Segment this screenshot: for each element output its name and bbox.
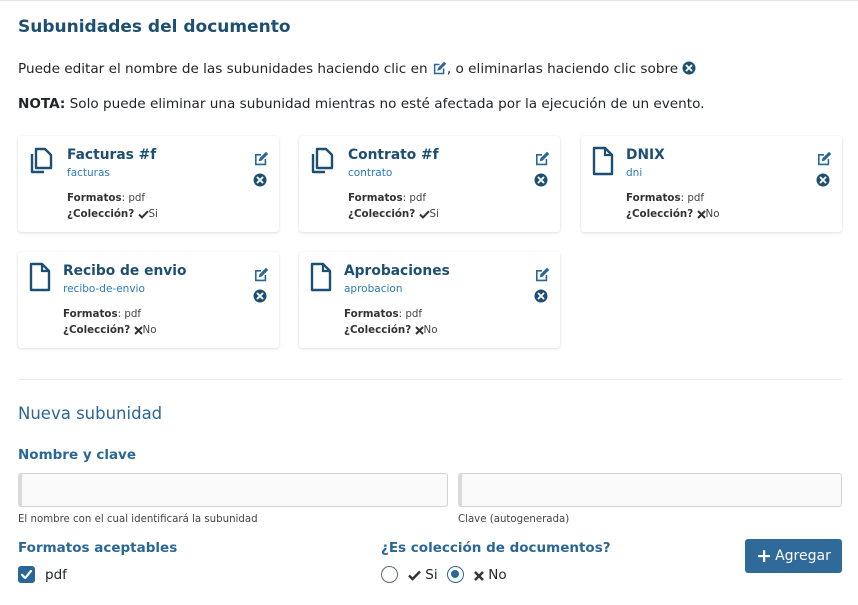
add-subunit-button[interactable]: + Agregar (745, 539, 842, 573)
key-input[interactable] (458, 473, 842, 507)
subunit-formats: Formatos: pdf (67, 192, 146, 204)
copy-icon (28, 146, 54, 180)
subunit-name: DNIX (626, 147, 665, 163)
subunit-key: aprobacion (344, 283, 403, 295)
note-text: NOTA: Solo puede eliminar una subunidad … (18, 96, 705, 112)
subunit-name: Recibo de envio (63, 263, 187, 279)
subunit-name: Aprobaciones (344, 263, 450, 279)
delete-subunit-button[interactable] (816, 172, 830, 191)
name-hint: El nombre con el cual identificará la su… (18, 514, 258, 525)
collection-no-label: No (474, 567, 507, 583)
times-circle-icon (682, 61, 696, 75)
collection-label: ¿Es colección de documentos? (381, 540, 611, 556)
pdf-checkbox-label: pdf (45, 567, 67, 583)
check-icon (20, 569, 33, 580)
note-body: Solo puede eliminar una subunidad mientr… (65, 96, 705, 112)
edit-subunit-button[interactable] (253, 267, 269, 286)
edit-subunit-button[interactable] (253, 151, 269, 170)
page-title: Subunidades del documento (18, 17, 291, 37)
subunit-formats: Formatos: pdf (344, 308, 423, 320)
subunit-key: recibo-de-envio (63, 283, 145, 295)
subunit-collection: ¿Colección? Si (348, 208, 439, 220)
formats-label: Formatos aceptables (18, 540, 178, 556)
subunit-collection: ¿Colección? No (63, 324, 157, 336)
subunit-collection: ¿Colección? No (626, 208, 720, 220)
edit-subunit-button[interactable] (534, 267, 550, 286)
section-divider (18, 379, 842, 380)
subunit-collection: ¿Colección? Si (67, 208, 158, 220)
times-icon (696, 210, 706, 219)
subunit-card: Facturas #f facturas Formatos: pdf ¿Cole… (18, 136, 279, 232)
new-subunit-heading: Nueva subunidad (18, 404, 163, 423)
edit-subunit-button[interactable] (534, 151, 550, 170)
help-text-part1: Puede editar el nombre de las subunidade… (18, 61, 432, 77)
subunit-card: DNIX dni Formatos: pdf ¿Colección? No (581, 136, 842, 232)
subunit-collection: ¿Colección? No (344, 324, 438, 336)
delete-subunit-button[interactable] (253, 288, 267, 307)
delete-subunit-button[interactable] (253, 172, 267, 191)
subunit-key: contrato (348, 167, 393, 179)
subunit-formats: Formatos: pdf (348, 192, 427, 204)
help-text: Puede editar el nombre de las subunidade… (18, 61, 696, 77)
collection-yes-radio[interactable] (381, 566, 398, 583)
subunit-key: facturas (67, 167, 110, 179)
name-key-label: Nombre y clave (18, 447, 137, 463)
check-icon (137, 210, 149, 219)
check-icon (418, 210, 430, 219)
file-icon (28, 262, 52, 296)
subunit-formats: Formatos: pdf (626, 192, 705, 204)
note-label: NOTA: (18, 96, 66, 112)
key-hint: Clave (autogenerada) (458, 514, 570, 525)
subunit-formats: Formatos: pdf (63, 308, 142, 320)
times-icon (133, 326, 143, 335)
subunit-key: dni (626, 167, 643, 179)
copy-icon (309, 146, 335, 180)
subunit-card: Recibo de envio recibo-de-envio Formatos… (18, 252, 279, 348)
times-icon (474, 571, 484, 581)
plus-icon: + (756, 544, 773, 567)
pdf-checkbox[interactable] (18, 566, 35, 583)
collection-no-radio[interactable] (447, 566, 464, 583)
check-icon (408, 570, 421, 581)
delete-subunit-button[interactable] (534, 288, 548, 307)
help-text-part2: , o eliminarlas haciendo clic sobre (446, 61, 683, 77)
top-border (0, 0, 858, 1)
file-icon (309, 262, 333, 296)
edit-subunit-button[interactable] (816, 151, 832, 170)
delete-subunit-button[interactable] (534, 172, 548, 191)
name-input[interactable] (18, 473, 448, 507)
subunit-card: Aprobaciones aprobacion Formatos: pdf ¿C… (299, 252, 560, 348)
times-icon (414, 326, 424, 335)
subunit-name: Facturas #f (67, 147, 157, 163)
collection-yes-label: Si (408, 567, 438, 583)
file-icon (591, 146, 615, 180)
subunit-card: Contrato #f contrato Formatos: pdf ¿Cole… (299, 136, 560, 232)
subunit-name: Contrato #f (348, 147, 439, 163)
edit-icon (432, 61, 447, 75)
